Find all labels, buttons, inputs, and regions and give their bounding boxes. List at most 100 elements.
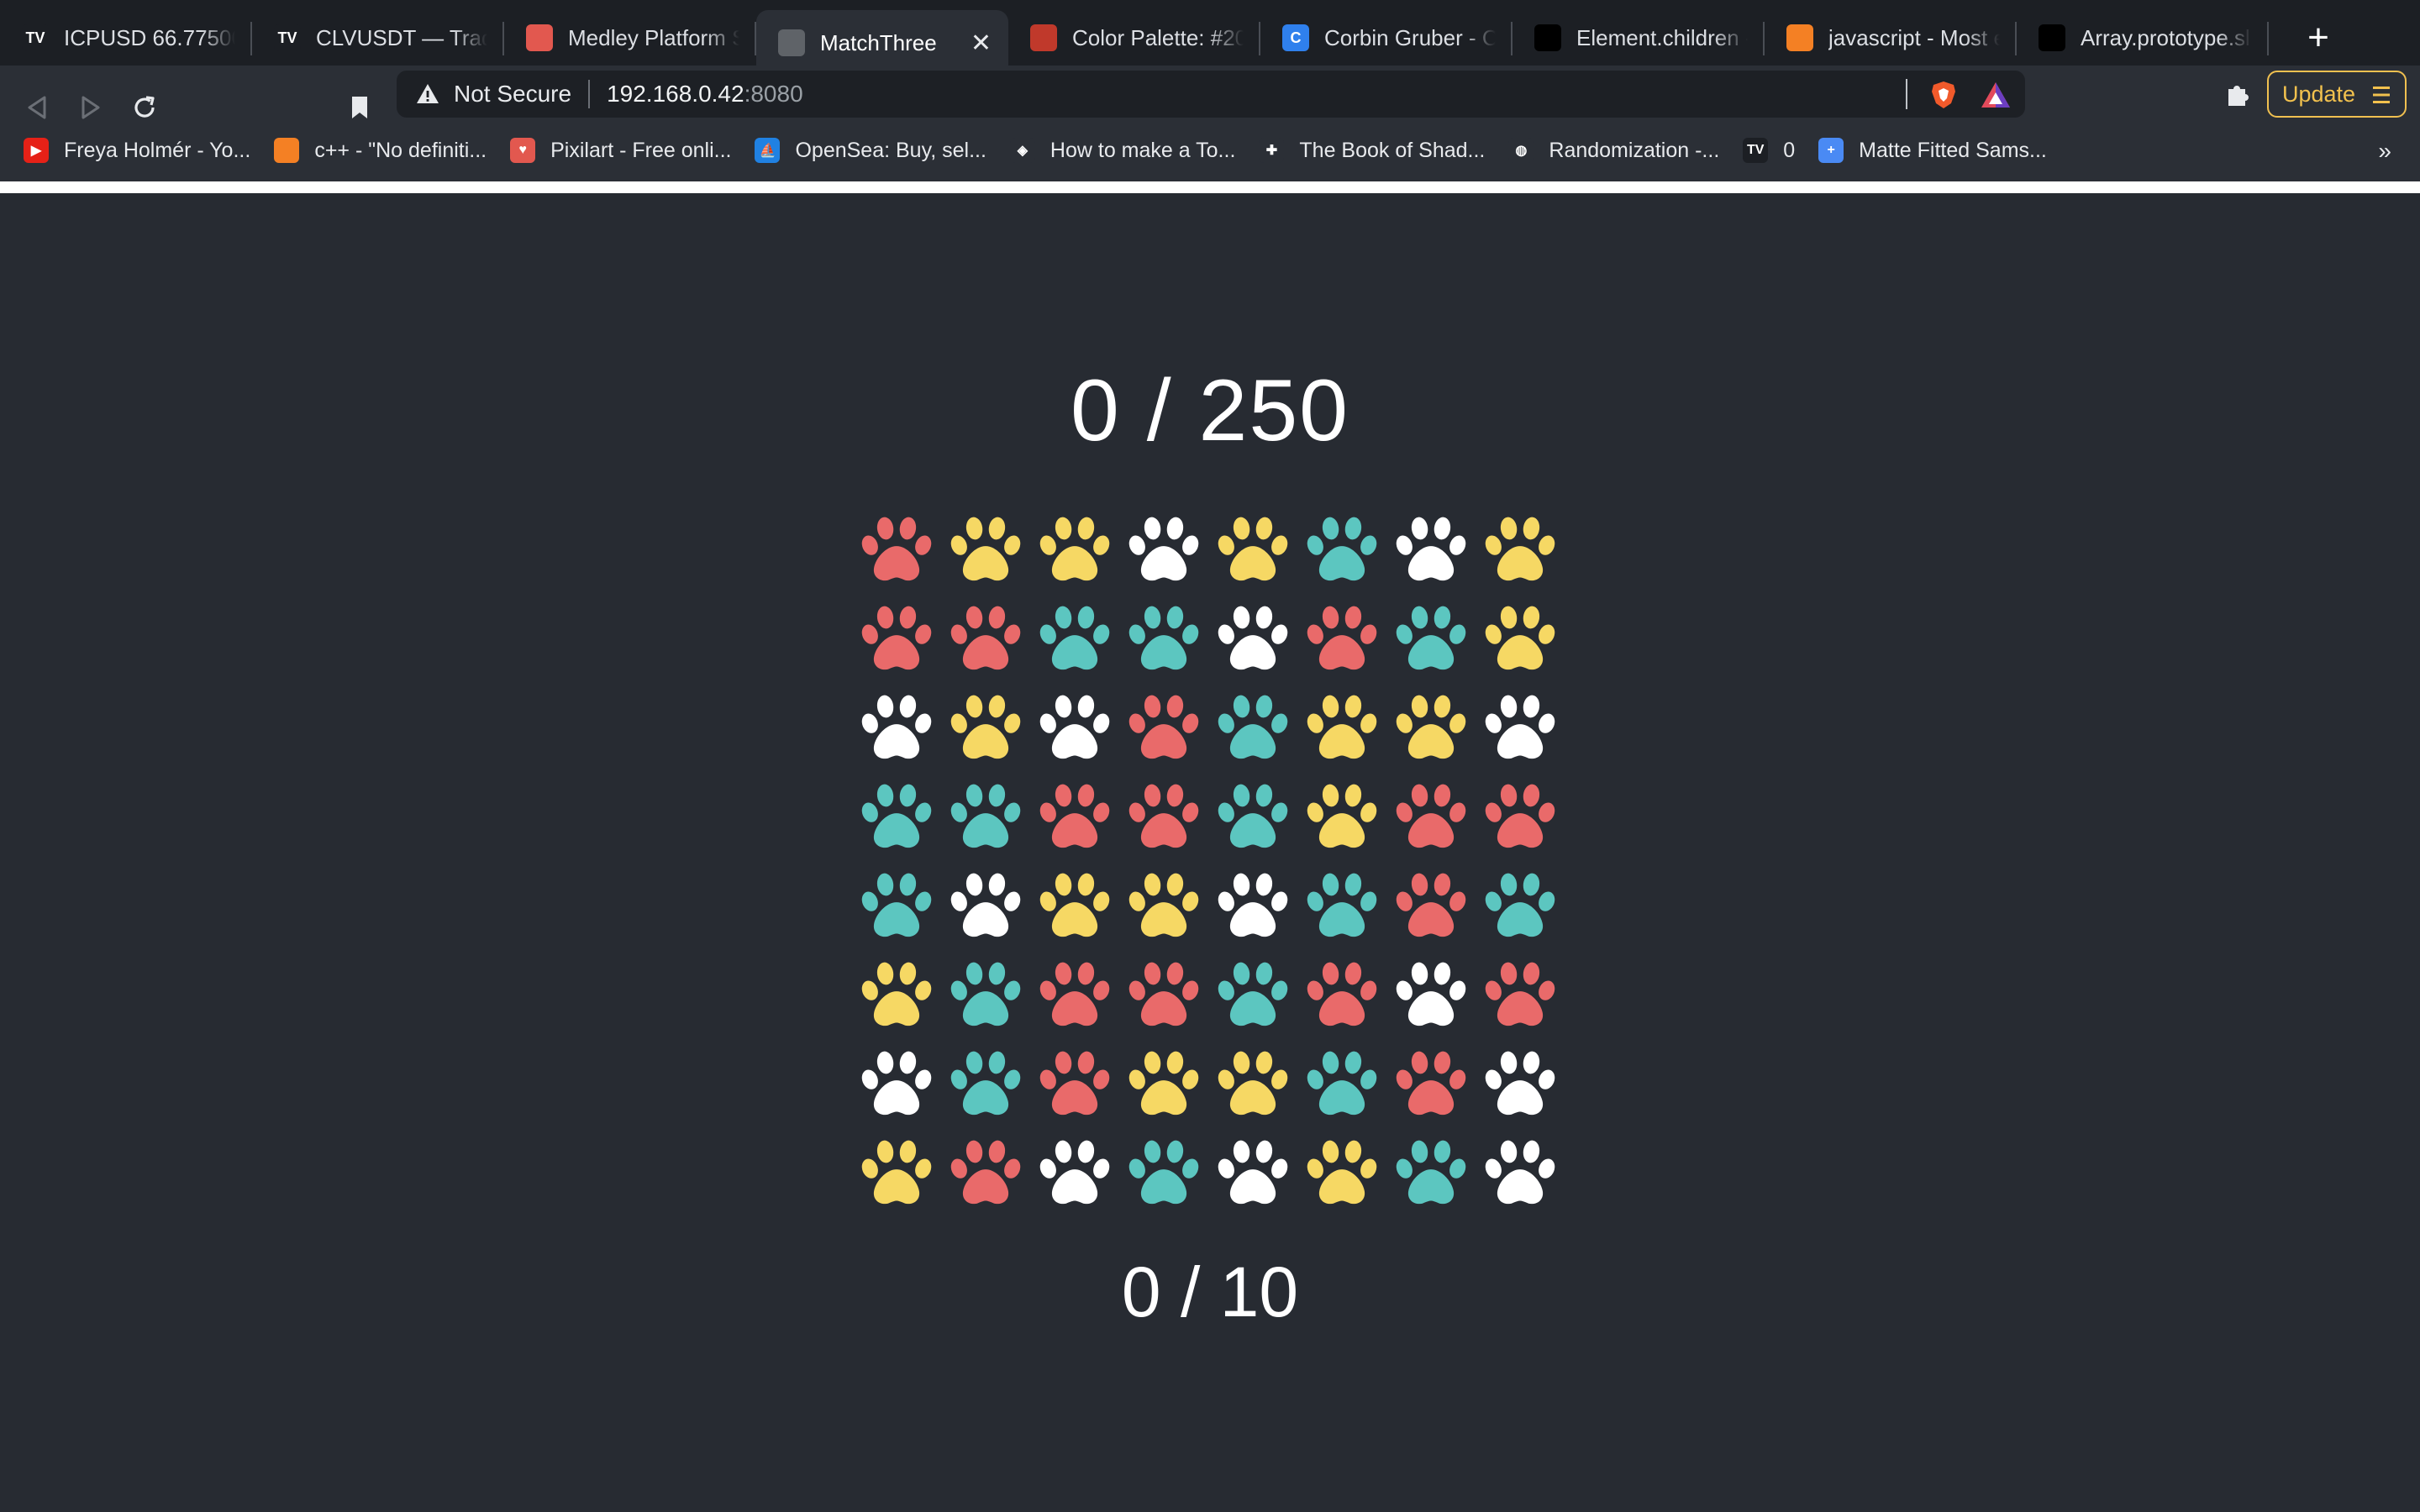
- board-tile-teal[interactable]: [1297, 1038, 1386, 1127]
- brave-rewards-icon[interactable]: [1980, 81, 2012, 109]
- paw-icon: [950, 1140, 1021, 1205]
- browser-tab[interactable]: javascript - Most eff: [1765, 0, 2017, 76]
- reload-button[interactable]: [119, 82, 170, 133]
- board-tile-white[interactable]: [1208, 860, 1297, 949]
- browser-tab[interactable]: TV CLVUSDT — Trading: [252, 0, 504, 76]
- board-tile-yellow[interactable]: [1119, 860, 1208, 949]
- board-tile-white[interactable]: [852, 682, 941, 771]
- bookmark-item[interactable]: c++ - "No definiti...: [274, 138, 487, 163]
- extensions-puzzle-icon[interactable]: [2223, 79, 2254, 109]
- not-secure-label[interactable]: Not Secure: [454, 81, 571, 108]
- bookmark-label: How to make a To...: [1050, 138, 1236, 162]
- board-tile-yellow[interactable]: [941, 504, 1030, 593]
- board-tile-red[interactable]: [1030, 949, 1119, 1038]
- board-tile-red[interactable]: [1030, 771, 1119, 860]
- board-tile-teal[interactable]: [1297, 504, 1386, 593]
- browser-tab[interactable]: Color Palette: #204: [1008, 0, 1260, 76]
- browser-tab[interactable]: C Corbin Gruber - Coc: [1260, 0, 1512, 76]
- paw-icon: [1128, 873, 1199, 937]
- board-tile-yellow[interactable]: [1030, 860, 1119, 949]
- board-tile-yellow[interactable]: [1119, 1038, 1208, 1127]
- board-tile-teal[interactable]: [1476, 860, 1565, 949]
- bookmark-item[interactable]: ⛵ OpenSea: Buy, sel...: [755, 138, 986, 163]
- board-tile-teal[interactable]: [1030, 593, 1119, 682]
- board-tile-white[interactable]: [1476, 682, 1565, 771]
- board-tile-white[interactable]: [1030, 1127, 1119, 1216]
- board-tile-yellow[interactable]: [1297, 1127, 1386, 1216]
- board-tile-white[interactable]: [1030, 682, 1119, 771]
- browser-tab[interactable]: Array.prototype.slic: [2017, 0, 2269, 76]
- board-tile-white[interactable]: [1119, 504, 1208, 593]
- paw-icon: [1218, 606, 1288, 670]
- bookmark-button[interactable]: [334, 82, 385, 133]
- board-tile-yellow[interactable]: [1297, 682, 1386, 771]
- board-tile-red[interactable]: [1297, 949, 1386, 1038]
- board-tile-red[interactable]: [941, 593, 1030, 682]
- bookmark-item[interactable]: ◍ Randomization -...: [1508, 138, 1719, 163]
- board-tile-yellow[interactable]: [1208, 504, 1297, 593]
- bookmark-item[interactable]: ✚ The Book of Shad...: [1259, 138, 1485, 163]
- forward-button[interactable]: [66, 82, 116, 133]
- bookmark-item[interactable]: ◈ How to make a To...: [1009, 138, 1236, 163]
- board-tile-teal[interactable]: [1386, 1127, 1476, 1216]
- board-tile-white[interactable]: [941, 860, 1030, 949]
- board-tile-teal[interactable]: [1119, 1127, 1208, 1216]
- board-tile-teal[interactable]: [852, 771, 941, 860]
- board-tile-red[interactable]: [1476, 949, 1565, 1038]
- board-tile-red[interactable]: [1297, 593, 1386, 682]
- board-tile-red[interactable]: [1119, 771, 1208, 860]
- board-tile-yellow[interactable]: [852, 949, 941, 1038]
- board-tile-yellow[interactable]: [941, 682, 1030, 771]
- brave-shields-icon[interactable]: [1929, 80, 1958, 110]
- update-button[interactable]: Update: [2267, 71, 2407, 118]
- board-tile-red[interactable]: [941, 1127, 1030, 1216]
- paw-icon: [861, 517, 932, 581]
- board-tile-teal[interactable]: [852, 860, 941, 949]
- board-tile-white[interactable]: [1476, 1038, 1565, 1127]
- board-tile-red[interactable]: [1030, 1038, 1119, 1127]
- board-tile-teal[interactable]: [1208, 682, 1297, 771]
- board-tile-yellow[interactable]: [852, 1127, 941, 1216]
- board-tile-teal[interactable]: [1386, 593, 1476, 682]
- board-tile-yellow[interactable]: [1030, 504, 1119, 593]
- board-tile-red[interactable]: [1476, 771, 1565, 860]
- bookmarks-overflow-button[interactable]: »: [2378, 138, 2391, 165]
- close-tab-icon[interactable]: ✕: [971, 29, 992, 58]
- board-tile-yellow[interactable]: [1297, 771, 1386, 860]
- back-button[interactable]: [12, 82, 62, 133]
- browser-tab[interactable]: Medley Platform Sp: [504, 0, 756, 76]
- bookmark-item[interactable]: ♥ Pixilart - Free onli...: [510, 138, 731, 163]
- board-tile-white[interactable]: [1476, 1127, 1565, 1216]
- browser-tab[interactable]: Element.children - V: [1512, 0, 1765, 76]
- board-tile-yellow[interactable]: [1476, 593, 1565, 682]
- board-tile-white[interactable]: [1386, 949, 1476, 1038]
- board-tile-red[interactable]: [1119, 682, 1208, 771]
- board-tile-teal[interactable]: [941, 949, 1030, 1038]
- board-tile-teal[interactable]: [941, 1038, 1030, 1127]
- board-tile-red[interactable]: [1386, 771, 1476, 860]
- board-tile-yellow[interactable]: [1476, 504, 1565, 593]
- board-tile-white[interactable]: [852, 1038, 941, 1127]
- bookmark-item[interactable]: TV 0: [1743, 138, 1795, 163]
- board-tile-white[interactable]: [1208, 593, 1297, 682]
- bookmark-item[interactable]: ▶ Freya Holmér - Yo...: [24, 138, 250, 163]
- board-tile-teal[interactable]: [1208, 771, 1297, 860]
- board-tile-teal[interactable]: [1208, 949, 1297, 1038]
- new-tab-button[interactable]: +: [2299, 18, 2338, 57]
- board-tile-red[interactable]: [852, 593, 941, 682]
- board-tile-red[interactable]: [1386, 860, 1476, 949]
- game-board[interactable]: [852, 504, 1565, 1216]
- board-tile-red[interactable]: [1386, 1038, 1476, 1127]
- board-tile-red[interactable]: [852, 504, 941, 593]
- address-bar[interactable]: Not Secure 192.168.0.42:8080: [397, 71, 2025, 118]
- board-tile-white[interactable]: [1386, 504, 1476, 593]
- bookmark-item[interactable]: + Matte Fitted Sams...: [1818, 138, 2047, 163]
- board-tile-yellow[interactable]: [1208, 1038, 1297, 1127]
- board-tile-teal[interactable]: [941, 771, 1030, 860]
- board-tile-teal[interactable]: [1297, 860, 1386, 949]
- board-tile-teal[interactable]: [1119, 593, 1208, 682]
- browser-tab[interactable]: TV ICPUSD 66.775000: [0, 0, 252, 76]
- board-tile-white[interactable]: [1208, 1127, 1297, 1216]
- board-tile-red[interactable]: [1119, 949, 1208, 1038]
- board-tile-yellow[interactable]: [1386, 682, 1476, 771]
